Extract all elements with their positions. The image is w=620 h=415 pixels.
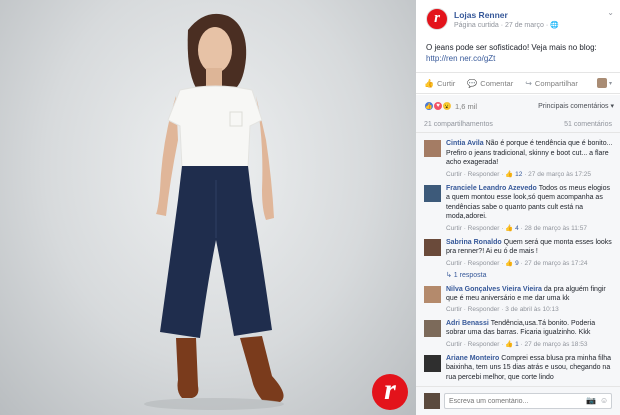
like-button[interactable]: 👍 Curtir <box>424 79 455 88</box>
comment-actions[interactable]: Curtir · Responder · <box>446 225 505 232</box>
shares-count[interactable]: 21 compartilhamentos <box>424 121 493 128</box>
like-count: 👍 9 <box>505 259 519 267</box>
reactions-summary: 👍 ♥ 😮 1,6 mil Principais comentários ▾ <box>424 100 614 112</box>
avatar[interactable] <box>424 285 441 303</box>
comment-actions[interactable]: Curtir · Responder · <box>446 341 505 348</box>
commenter-name[interactable]: Adri Benassi <box>446 320 489 327</box>
share-label: Compartilhar <box>534 78 578 88</box>
post-panel: r Lojas Renner Página curtida · 27 de ma… <box>416 0 620 415</box>
comments-count[interactable]: 51 comentários <box>564 121 612 128</box>
avatar[interactable] <box>424 319 441 337</box>
comments-section: 👍 ♥ 😮 1,6 mil Principais comentários ▾ 2… <box>416 95 620 415</box>
page-name[interactable]: Lojas Renner <box>454 10 508 20</box>
share-button[interactable]: ↪ Compartilhar <box>525 79 578 88</box>
post-actions: 👍 Curtir 💬 Comentar ↪ Compartilhar ▾ <box>416 72 620 94</box>
avatar <box>424 393 440 409</box>
comment-links: Curtir · Responder · 👍 1 · 27 de março à… <box>446 340 614 348</box>
chevron-down-icon[interactable]: ⌄ <box>607 8 614 17</box>
avatar[interactable] <box>424 354 441 372</box>
user-avatar <box>596 78 607 88</box>
comment-sort-dropdown[interactable]: Principais comentários ▾ <box>538 102 614 110</box>
comment-time: · 28 de março às 11:57 <box>518 224 587 232</box>
avatar[interactable] <box>424 140 441 157</box>
comment-actions[interactable]: Curtir · Responder · <box>446 171 505 178</box>
comment-label: Comentar <box>480 78 514 88</box>
write-comment-bar: 📷 ☺ <box>416 386 620 415</box>
comment-links: Curtir · Responder · 👍 12 · 27 de março … <box>446 170 614 178</box>
comment-body: Cintia Avila Não é porque é tendência que… <box>446 139 614 168</box>
commenter-name[interactable]: Sabrina Ronaldo <box>446 239 502 246</box>
renner-logo-letter: r <box>384 373 396 406</box>
wow-reaction-icon: 😮 <box>442 101 452 111</box>
comment-list: Cintia Avila Não é porque é tendência que… <box>424 139 614 388</box>
post-photo[interactable]: r <box>0 0 416 415</box>
comment-icon: 💬 <box>467 78 478 88</box>
chevron-down-icon: ▾ <box>608 80 612 87</box>
commenter-name[interactable]: Nilva Gonçalves Vieira Vieira <box>446 286 542 293</box>
commenter-name[interactable]: Franciele Leandro Azevedo <box>446 185 537 192</box>
comment-button[interactable]: 💬 Comentar <box>467 79 513 88</box>
reaction-count[interactable]: 1,6 mil <box>455 102 477 111</box>
comment-item: Sabrina Ronaldo Quem será que monta esses… <box>424 238 614 267</box>
post-as-selector[interactable]: ▾ <box>596 78 612 88</box>
avatar[interactable] <box>424 238 441 256</box>
page-avatar[interactable]: r <box>426 8 448 30</box>
comment-item: Adri Benassi Tendência,usa.Tá bonito. Pod… <box>424 319 614 348</box>
commenter-name[interactable]: Cintia Avila <box>446 140 484 147</box>
comment-links: Curtir · Responder · 👍 4 · 28 de março à… <box>446 224 614 232</box>
comment-actions[interactable]: Curtir · Responder · <box>446 260 505 267</box>
post-meta: Página curtida · 27 de março · 🌐 <box>454 21 559 29</box>
share-icon: ↪ <box>525 78 532 88</box>
comment-body: Nilva Gonçalves Vieira Vieira da pra algu… <box>446 285 614 304</box>
comment-item: Franciele Leandro Azevedo Todos os meus e… <box>424 184 614 232</box>
globe-icon: 🌐 <box>550 22 559 29</box>
comment-body: Ariane Monteiro Comprei essa blusa pra mi… <box>446 354 614 383</box>
shares-row: 21 compartilhamentos 51 comentários <box>416 117 620 133</box>
like-count: 👍 4 <box>505 224 519 232</box>
model-illustration <box>144 13 284 410</box>
comment-body: Adri Benassi Tendência,usa.Tá bonito. Pod… <box>446 319 614 338</box>
comment-time: · 27 de março às 18:53 <box>518 340 588 348</box>
renner-logo: r <box>372 374 408 410</box>
comment-links: Curtir · Responder · 👍 9 · 27 de março à… <box>446 259 614 267</box>
comment-item: Nilva Gonçalves Vieira Vieira da pra algu… <box>424 285 614 313</box>
post-text: O jeans pode ser sofisticado! Veja mais … <box>426 42 612 64</box>
comment-links[interactable]: Curtir · Responder · 3 de abril às 10:13 <box>446 306 614 313</box>
avatar[interactable] <box>424 184 441 202</box>
post-text-body: O jeans pode ser sofisticado! Veja mais … <box>426 43 597 52</box>
like-count: 👍 1 <box>505 340 519 348</box>
comment-item: Cintia Avila Não é porque é tendência que… <box>424 139 614 178</box>
comment-time: · 27 de março às 17:24 <box>518 259 588 267</box>
thumb-up-icon: 👍 <box>424 78 434 88</box>
view-replies-link[interactable]: ↳ 1 resposta <box>446 271 614 279</box>
comment-time: · 27 de março às 17:25 <box>522 170 592 178</box>
post-header: r Lojas Renner Página curtida · 27 de ma… <box>426 8 614 38</box>
page-avatar-letter: r <box>434 9 440 26</box>
like-label: Curtir <box>436 78 456 88</box>
comment-item: Ariane Monteiro Comprei essa blusa pra mi… <box>424 354 614 383</box>
post-meta-text: Página curtida · 27 de março · <box>454 22 551 29</box>
post-link[interactable]: http://ren ner.co/gZt <box>426 54 495 63</box>
like-count: 👍 12 <box>505 170 523 178</box>
emoji-icon[interactable]: ☺ <box>600 396 608 405</box>
comment-body: Sabrina Ronaldo Quem será que monta esses… <box>446 238 614 257</box>
commenter-name[interactable]: Ariane Monteiro <box>446 355 499 362</box>
comment-body: Franciele Leandro Azevedo Todos os meus e… <box>446 184 614 222</box>
camera-icon[interactable]: 📷 <box>586 396 596 405</box>
